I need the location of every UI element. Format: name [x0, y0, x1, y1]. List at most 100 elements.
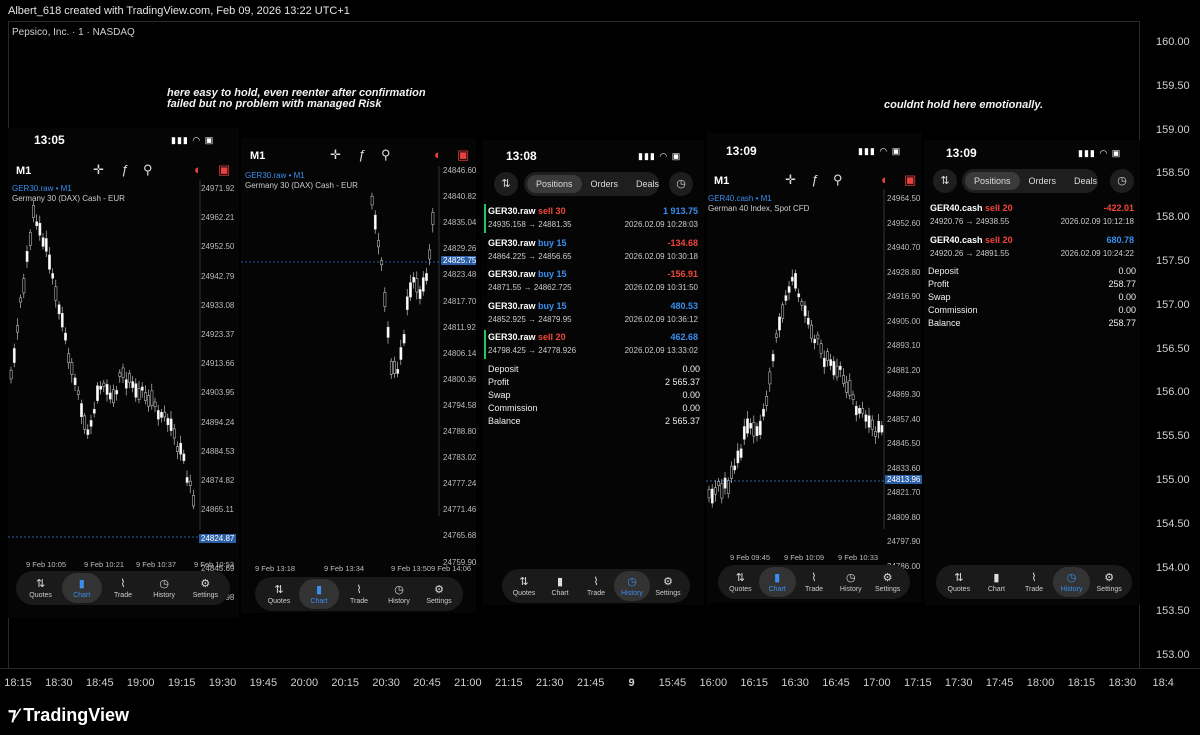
deal-row[interactable]: GER30.raw buy 15 -134.68 24864.225 → 24856… [484, 235, 702, 265]
nav-history[interactable]: ◷ History [379, 579, 419, 609]
chart-price-tick: 24874.82 [201, 476, 235, 485]
nav-chart[interactable]: ▮ Chart [299, 579, 339, 609]
time-tick: 18:30 [1108, 677, 1137, 689]
settings-icon: ⚙ [1104, 572, 1115, 584]
nav-history[interactable]: ◷ History [1052, 567, 1091, 597]
deal-prices: 24871.55 → 24862.725 [488, 283, 572, 292]
deal-date: 2026.02.09 10:36:12 [624, 314, 698, 324]
nav-history[interactable]: ◷ History [144, 573, 184, 603]
nav-settings[interactable]: ⚙ Settings [419, 579, 459, 609]
nav-settings[interactable]: ⚙ Settings [1090, 567, 1128, 597]
deal-symbol: GER30.raw buy 15 [488, 301, 567, 311]
candle-body [848, 380, 852, 396]
trade-icon[interactable]: ▣ [457, 147, 469, 163]
deal-row[interactable]: GER40.cash sell 20 -422.01 24920.76 → 2493… [926, 201, 1138, 230]
status-time: 13:05 [34, 133, 65, 147]
nav-trade[interactable]: ⌇ Trade [1015, 567, 1053, 597]
deal-row[interactable]: GER30.raw sell 30 1 913.75 24935.158 → 248… [484, 204, 702, 233]
tab-orders[interactable]: Orders [582, 175, 628, 193]
sort-icon[interactable]: ⇅ [933, 169, 957, 193]
time-tick: 18:15 [4, 677, 32, 689]
candle-body [723, 477, 727, 489]
timeframe-button[interactable]: M1 [16, 165, 31, 177]
chart-price-tick: 24797.90 [887, 537, 921, 546]
nav-trade[interactable]: ⌇ Trade [796, 567, 833, 597]
crosshair-icon[interactable]: ✛ [785, 172, 796, 188]
nav-history[interactable]: ◷ History [614, 571, 650, 601]
candle-body [102, 382, 106, 387]
candle-body [99, 385, 103, 390]
status-time: 13:08 [506, 149, 537, 163]
tab-deals[interactable]: Deals [627, 175, 668, 193]
nav-chart[interactable]: ▮ Chart [61, 573, 102, 603]
chart-price-tick: 24971.92 [201, 184, 235, 193]
screenshot-panel-4: 13:09 ▮▮▮ ◠ ▣ M1 ✛ ƒ ⚲ ◐ ▣ GER40.cash • … [706, 133, 922, 603]
candle-body [118, 372, 122, 377]
trade-icon[interactable]: ▣ [218, 162, 230, 178]
tab-positions[interactable]: Positions [527, 175, 582, 193]
deal-row[interactable]: GER40.cash sell 20 680.78 24920.26 → 24891… [926, 233, 1138, 262]
timeframe-button[interactable]: M1 [250, 150, 265, 162]
summary-value: 0.00 [1118, 266, 1136, 276]
deal-symbol: GER40.cash sell 20 [930, 235, 1013, 245]
nav-quotes[interactable]: ⇅ Quotes [940, 567, 978, 597]
indicator-icon[interactable]: ƒ [358, 147, 365, 162]
deal-marker [484, 235, 486, 265]
candle-body [399, 347, 403, 360]
crosshair-icon[interactable]: ✛ [93, 162, 104, 178]
one-click-trading-icon[interactable]: ◐ [194, 162, 202, 177]
nav-trade[interactable]: ⌇ Trade [103, 573, 143, 603]
objects-icon[interactable]: ⚲ [143, 162, 153, 178]
trade-icon[interactable]: ▣ [904, 172, 916, 188]
one-click-trading-icon[interactable]: ◐ [434, 147, 442, 162]
nav-quotes[interactable]: ⇅ Quotes [506, 571, 542, 601]
one-click-trading-icon[interactable]: ◐ [881, 172, 889, 187]
sort-icon[interactable]: ⇅ [494, 172, 518, 196]
nav-chart[interactable]: ▮ Chart [978, 567, 1016, 597]
candle-body [128, 373, 131, 383]
deal-row[interactable]: GER30.raw buy 15 -156.91 24871.55 → 24862.… [484, 267, 702, 296]
objects-icon[interactable]: ⚲ [833, 172, 843, 188]
clock-icon[interactable]: ◷ [669, 172, 693, 196]
timeframe-button[interactable]: M1 [714, 175, 729, 187]
tab-positions[interactable]: Positions [965, 172, 1020, 190]
candle-body [185, 477, 189, 483]
status-time: 13:09 [726, 144, 757, 158]
candle-body [150, 390, 154, 406]
objects-icon[interactable]: ⚲ [381, 147, 391, 163]
clock-icon[interactable]: ◷ [1110, 169, 1134, 193]
nav-chart[interactable]: ▮ Chart [758, 567, 796, 597]
chart-price-tick: 24811.92 [443, 322, 476, 332]
nav-settings[interactable]: ⚙ Settings [185, 573, 225, 603]
nav-settings[interactable]: ⚙ Settings [869, 567, 906, 597]
candle-chart-2[interactable] [241, 166, 476, 566]
indicator-icon[interactable]: ƒ [811, 172, 818, 187]
tab-orders[interactable]: Orders [1020, 172, 1066, 190]
chart-price-tick: 24777.24 [443, 479, 476, 489]
indicator-icon[interactable]: ƒ [121, 162, 128, 177]
nav-quotes[interactable]: ⇅ Quotes [259, 579, 299, 609]
nav-history[interactable]: ◷ History [832, 567, 869, 597]
candle-body [48, 254, 51, 270]
nav-trade[interactable]: ⌇ Trade [578, 571, 614, 601]
candle-body [768, 371, 772, 385]
candle-body [742, 426, 746, 440]
tab-deals[interactable]: Deals [1065, 172, 1106, 190]
nav-chart[interactable]: ▮ Chart [542, 571, 578, 601]
time-axis[interactable]: 18:15 18:30 18:45 19:00 19:15 19:30 19:45 20:00… [0, 668, 1200, 698]
nav-quotes[interactable]: ⇅ Quotes [21, 573, 61, 603]
nav-label: Settings [192, 592, 218, 599]
deal-row[interactable]: GER30.raw sell 20 462.68 24798.425 → 24778… [484, 330, 702, 359]
nav-quotes[interactable]: ⇅ Quotes [722, 567, 759, 597]
time-tick: 21:00 [454, 677, 482, 689]
nav-settings[interactable]: ⚙ Settings [650, 571, 686, 601]
candle-body [835, 365, 839, 378]
deal-row[interactable]: GER30.raw buy 15 480.53 24852.925 → 24879.… [484, 298, 702, 328]
summary-value: 0.00 [682, 364, 700, 374]
nav-trade[interactable]: ⌇ Trade [339, 579, 379, 609]
candle-body [70, 362, 74, 375]
crosshair-icon[interactable]: ✛ [330, 147, 341, 163]
candle-body [838, 365, 842, 370]
deal-prices: 24864.225 → 24856.65 [488, 251, 572, 261]
chart-price-tick: 24893.10 [887, 341, 921, 350]
